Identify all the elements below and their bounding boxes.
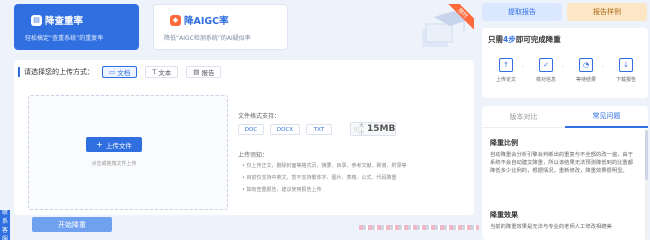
upload-tab-document[interactable]: ▭ 文档 [102,66,138,78]
document-icon: ▤ [31,14,42,26]
customer-service-tab[interactable]: 联系客服 [0,209,10,240]
step-upload: ↑ 上传论文 [489,58,523,83]
format-badge-docx: DOCX [270,124,300,135]
notice-item: • 仅上传正文，删除封面等格式页，摘要、目录、参考文献、致谢、附录等 [242,163,407,169]
tab-faq[interactable]: 常见问题 [565,106,648,128]
upload-hint: 点击或拖拽文件上传 [91,161,137,167]
steps-title: 只需4步即可完成降重 [488,35,561,44]
step-wait: ◔ 等待结果 [569,58,603,83]
faq-scrollbar[interactable] [645,130,648,240]
tab-version-compare[interactable]: 版本对比 [482,106,565,128]
step-download: ↓ 下载报告 [609,58,643,83]
card-desc: 轻松搞定“查重系统”的重复率 [25,35,104,42]
download-icon: ↓ [619,58,633,72]
upload-tab-report[interactable]: ▤ 报告 [186,66,222,78]
document-icon: ▭ [109,68,118,76]
step-check: ✓ 核对信息 [529,58,563,83]
sample-report-button[interactable]: 报告样例 [567,3,647,21]
format-title: 文件格式支持： [238,113,281,120]
chevron-right-icon: › [522,64,524,70]
card-title: 降查重率 [45,16,84,27]
steps-card: 只需4步即可完成降重 ↑ 上传论文 › ✓ 核对信息 › ◔ 等待结果 › ↓ 下载报告 [482,28,648,98]
reduce-aigc-card[interactable]: ◆ 降AIGC率 降低“AIGC检测系统”的AI疑似率 [153,4,288,50]
faq-tabs: 版本对比 常见问题 [482,106,648,128]
clock-icon: ◔ [579,58,593,72]
start-button[interactable]: 开始降重 [32,217,112,232]
chevron-right-icon: › [602,64,604,70]
notice-item: • 目前仅支持中英文，暂不支持繁体字、图片、表格、公式、代码降重 [242,175,397,181]
faq-body: 自动降重会分析引擎会判断出的重复与不全部的改一遍，由于系统不会自动建文降重，所以… [490,152,634,174]
main-area: ▤ 降查重率 轻松搞定“查重系统”的重复率 ◆ 降AIGC率 降低“AIGC检测… [14,0,479,240]
card-desc: 降低“AIGC检测系统”的AI疑似率 [164,35,251,42]
notice-title: 上传须知： [238,152,269,159]
faq-title: 降重效果 [490,211,518,219]
faq-card: 版本对比 常见问题 降重比例 自动降重会分析引擎会判断出的重复与不全部的改一遍，… [482,106,648,240]
limited-time-ribbon: 限时 [448,4,474,30]
mode-cards: ▤ 降查重率 轻松搞定“查重系统”的重复率 ◆ 降AIGC率 降低“AIGC检测… [14,4,474,54]
faq-title: 降重比例 [490,139,518,147]
blurred-text [359,225,479,230]
upload-method-label: 请选择您的上传方式： [18,67,94,77]
upload-method-row: 请选择您的上传方式： ▭ 文档 T 文本 ▤ 报告 [14,66,229,78]
card-title: 降AIGC率 [184,16,229,27]
check-icon: ✓ [539,58,553,72]
extract-report-button[interactable]: 提取报告 [482,3,562,21]
upload-file-button[interactable]: 上传文件 [86,137,142,152]
ai-icon: ◆ [170,14,181,26]
chevron-right-icon: › [562,64,564,70]
file-dropzone[interactable] [28,95,228,210]
format-badge-doc: DOC [238,124,264,135]
upload-icon: ↑ [499,58,513,72]
upload-tab-text[interactable]: T 文本 [145,66,179,78]
file-size-limit: ⓘ 大小 15MB [350,122,396,136]
reduce-duplication-card[interactable]: ▤ 降查重率 轻松搞定“查重系统”的重复率 [14,4,139,50]
right-sidebar: 提取报告 报告样例 只需4步即可完成降重 ↑ 上传论文 › ✓ 核对信息 › ◔ 等待… [482,0,650,240]
report-icon: ▤ [193,68,202,76]
notice-item: • 如有查重报告，建议使用报告上传 [242,187,322,193]
format-badge-txt: TXT [306,124,332,135]
faq-body: 当前的降重效果是无法与专业的老师人工修改相媲美 [490,224,612,230]
